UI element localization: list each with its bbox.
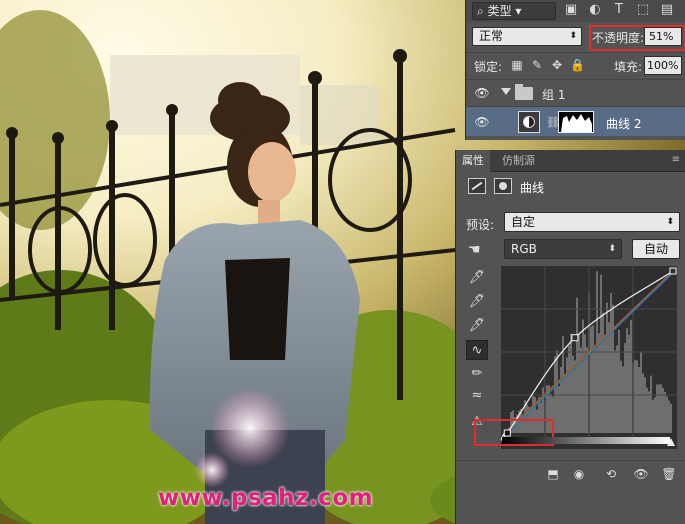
properties-tabs: 属性 仿制源 ≡	[456, 150, 685, 172]
chevron-updown-icon: ⬍	[666, 217, 674, 227]
clip-to-layer-icon[interactable]: ⬒	[544, 466, 562, 482]
layer-group-row[interactable]: 👁 组 1	[466, 79, 685, 105]
pixel-filter-icon[interactable]: ▣	[564, 3, 578, 17]
lock-all-icon[interactable]: 🔒	[570, 58, 585, 72]
expand-triangle-icon[interactable]	[501, 88, 511, 95]
trash-icon[interactable]: 🗑	[660, 466, 678, 482]
layer-mask-thumbnail[interactable]	[558, 111, 594, 133]
auto-button[interactable]: 自动	[632, 239, 680, 259]
curve-control-point[interactable]	[669, 267, 677, 275]
folder-icon	[515, 84, 533, 100]
tab-properties[interactable]: 属性	[456, 150, 490, 172]
type-filter-icon[interactable]: T	[612, 3, 626, 17]
chevron-updown-icon: ⬍	[608, 244, 616, 254]
adjustment-filter-icon[interactable]: ◐	[588, 3, 602, 17]
mask-icon[interactable]	[494, 178, 512, 194]
blend-mode-value: 正常	[479, 29, 504, 43]
eye-icon[interactable]: 👁	[474, 86, 490, 100]
properties-panel: 属性 仿制源 ≡ 曲线 预设: 自定 ⬍ ☚ RGB ⬍ 自动 🖊 🖊 🖊 ∿ ✏ …	[455, 150, 685, 524]
properties-title: 曲线	[520, 181, 545, 195]
watermark-text: www.psahz.com	[158, 485, 374, 511]
shape-filter-icon[interactable]: ⬚	[636, 3, 650, 17]
layer-filter-kind-select[interactable]: ⌕ 类型 ▾	[472, 2, 556, 20]
filter-kind-label: 类型	[487, 4, 512, 18]
chevron-updown-icon: ⬍	[569, 31, 577, 41]
opacity-label: 不透明度:	[592, 31, 645, 45]
properties-footer: ⬒ ◉ ⟲ 👁 🗑	[456, 460, 685, 486]
channel-select[interactable]: RGB ⬍	[504, 239, 622, 259]
tab-clone-source[interactable]: 仿制源	[496, 150, 541, 172]
curve-control-point[interactable]	[571, 334, 579, 342]
toggle-visibility-eye-icon[interactable]: 👁	[632, 466, 650, 482]
on-image-adjust-hand-icon[interactable]: ☚	[468, 242, 481, 258]
group-name: 组 1	[542, 88, 566, 102]
channel-value: RGB	[511, 242, 537, 256]
lock-transparency-icon[interactable]: ▦	[510, 58, 524, 72]
input-gradient-bar	[502, 437, 670, 444]
layers-panel: ⌕ 类型 ▾ ▣ ◐ T ⬚ ▤ 正常 ⬍ 不透明度: 51% 锁定: ▦ ✎ ✥…	[465, 0, 685, 140]
reset-icon[interactable]: ⟲	[602, 466, 620, 482]
layer-name: 曲线 2	[606, 117, 642, 131]
lock-position-move-icon[interactable]: ✥	[550, 58, 564, 72]
edit-points-curve-icon[interactable]: ∿	[466, 340, 488, 360]
layers-filter-row: ⌕ 类型 ▾ ▣ ◐ T ⬚ ▤	[466, 0, 685, 22]
mask-silhouette	[559, 112, 593, 132]
curves-layer-row[interactable]: 👁 ⛓ 曲线 2	[466, 106, 685, 136]
preset-label: 预设:	[466, 218, 495, 232]
lock-label: 锁定:	[474, 60, 503, 74]
curves-icon	[468, 178, 486, 194]
sample-white-eyedropper-icon[interactable]: 🖊	[466, 268, 488, 288]
sample-black-eyedropper-icon[interactable]: 🖊	[466, 316, 488, 336]
smart-object-filter-icon[interactable]: ▤	[660, 3, 674, 17]
draw-pencil-icon[interactable]: ✏	[466, 364, 488, 384]
curves-adjustment-thumbnail-icon[interactable]	[518, 111, 540, 133]
blend-row: 正常 ⬍ 不透明度: 51%	[466, 24, 685, 51]
panel-menu-icon[interactable]: ≡	[672, 154, 680, 165]
sample-gray-eyedropper-icon[interactable]: 🖊	[466, 292, 488, 312]
opacity-input[interactable]: 51%	[644, 27, 682, 46]
blend-mode-select[interactable]: 正常 ⬍	[472, 27, 582, 46]
view-previous-state-icon[interactable]: ◉	[570, 466, 588, 482]
eye-icon[interactable]: 👁	[474, 115, 490, 129]
lock-row: 锁定: ▦ ✎ ✥ 🔒 填充: 100%	[466, 52, 685, 76]
fill-label: 填充:	[614, 60, 643, 74]
preset-value: 自定	[511, 215, 536, 229]
smooth-curve-icon[interactable]: ≈	[466, 386, 488, 406]
lock-pixels-brush-icon[interactable]: ✎	[530, 58, 544, 72]
preset-select[interactable]: 自定 ⬍	[504, 212, 680, 232]
properties-header: 曲线	[456, 174, 685, 200]
fill-input[interactable]: 100%	[644, 56, 682, 75]
